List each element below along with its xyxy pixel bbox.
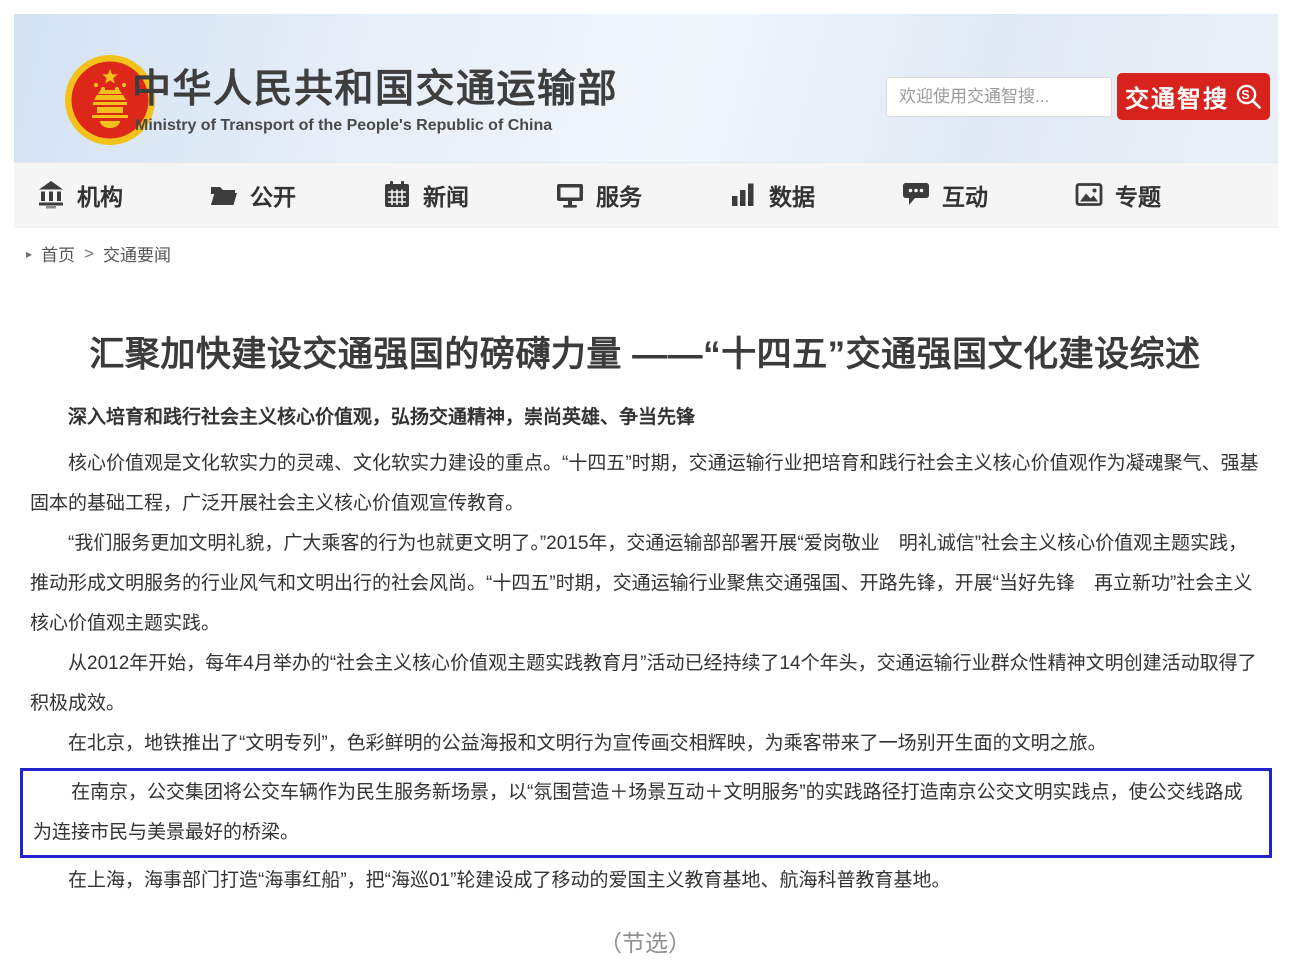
article-paragraph: 在上海，海事部门打造“海事红船”，把“海巡01”轮建设成了移动的爱国主义教育基地… (30, 861, 1262, 901)
nav-item-topics[interactable]: 专题 (1074, 178, 1161, 212)
nav-item-label: 服务 (596, 178, 642, 212)
breadcrumb-current[interactable]: 交通要闻 (103, 241, 171, 266)
article-lead-paragraph: 深入培育和践行社会主义核心价值观，弘扬交通精神，崇尚英雄、争当先锋 (30, 398, 1262, 438)
nav-item-label: 互动 (942, 178, 988, 212)
smart-search-button[interactable]: 交通智搜 S (1117, 73, 1270, 120)
nav-item-label: 数据 (769, 178, 815, 212)
article-body: 深入培育和践行社会主义核心价值观，弘扬交通精神，崇尚英雄、争当先锋 核心价值观是… (30, 398, 1262, 901)
nav-item-label: 机构 (77, 178, 123, 212)
article-paragraph: “我们服务更加文明礼貌，广大乘客的行为也就更文明了。”2015年，交通运输部部署… (30, 524, 1262, 644)
breadcrumb-caret-icon: ▸ (26, 248, 32, 260)
monitor-icon (555, 180, 585, 210)
page: 中华人民共和国交通运输部 Ministry of Transport of th… (0, 0, 1290, 978)
search-input[interactable] (886, 77, 1112, 117)
bar-chart-icon (728, 180, 758, 210)
breadcrumb-home[interactable]: 首页 (41, 241, 75, 266)
svg-text:S: S (1241, 88, 1251, 102)
site-banner: 中华人民共和国交通运输部 Ministry of Transport of th… (14, 14, 1278, 162)
smart-search-button-label: 交通智搜 (1125, 79, 1229, 114)
article-title: 汇聚加快建设交通强国的磅礴力量 ——“十四五”交通强国文化建设综述 (20, 326, 1270, 377)
nav-item-news[interactable]: 新闻 (382, 178, 469, 212)
nav-item-label: 新闻 (423, 178, 469, 212)
site-title: 中华人民共和国交通运输部 (132, 58, 618, 114)
main-navigation: 机构 公开 新闻 服务 (14, 162, 1278, 228)
nav-item-interaction[interactable]: 互动 (901, 178, 988, 212)
highlighted-paragraph: 在南京，公交集团将公交车辆作为民生服务新场景，以“氛围营造＋场景互动＋文明服务”… (33, 773, 1259, 853)
highlight-box: 在南京，公交集团将公交车辆作为民生服务新场景，以“氛围营造＋场景互动＋文明服务”… (20, 768, 1272, 858)
breadcrumb-separator: > (84, 244, 94, 264)
picture-icon (1074, 180, 1104, 210)
nav-item-orgs[interactable]: 机构 (36, 178, 123, 212)
article-footnote: （节选） (0, 924, 1290, 958)
nav-item-data[interactable]: 数据 (728, 178, 815, 212)
calendar-icon (382, 180, 412, 210)
nav-item-label: 公开 (250, 178, 296, 212)
folder-icon (209, 180, 239, 210)
nav-item-services[interactable]: 服务 (555, 178, 642, 212)
article-paragraph: 核心价值观是文化软实力的灵魂、文化软实力建设的重点。“十四五”时期，交通运输行业… (30, 444, 1262, 524)
article-paragraph: 在北京，地铁推出了“文明专列”，色彩鲜明的公益海报和文明行为宣传画交相辉映，为乘… (30, 724, 1262, 764)
nav-item-label: 专题 (1115, 178, 1161, 212)
nav-item-disclosure[interactable]: 公开 (209, 178, 296, 212)
site-subtitle-en: Ministry of Transport of the People's Re… (135, 117, 552, 135)
speech-bubble-icon (901, 180, 931, 210)
article-paragraph: 从2012年开始，每年4月举办的“社会主义核心价值观主题实践教育月”活动已经持续… (30, 644, 1262, 724)
breadcrumb: ▸ 首页 > 交通要闻 (26, 241, 171, 266)
bank-building-icon (36, 180, 66, 210)
s-magnifier-search-icon: S (1235, 83, 1262, 110)
